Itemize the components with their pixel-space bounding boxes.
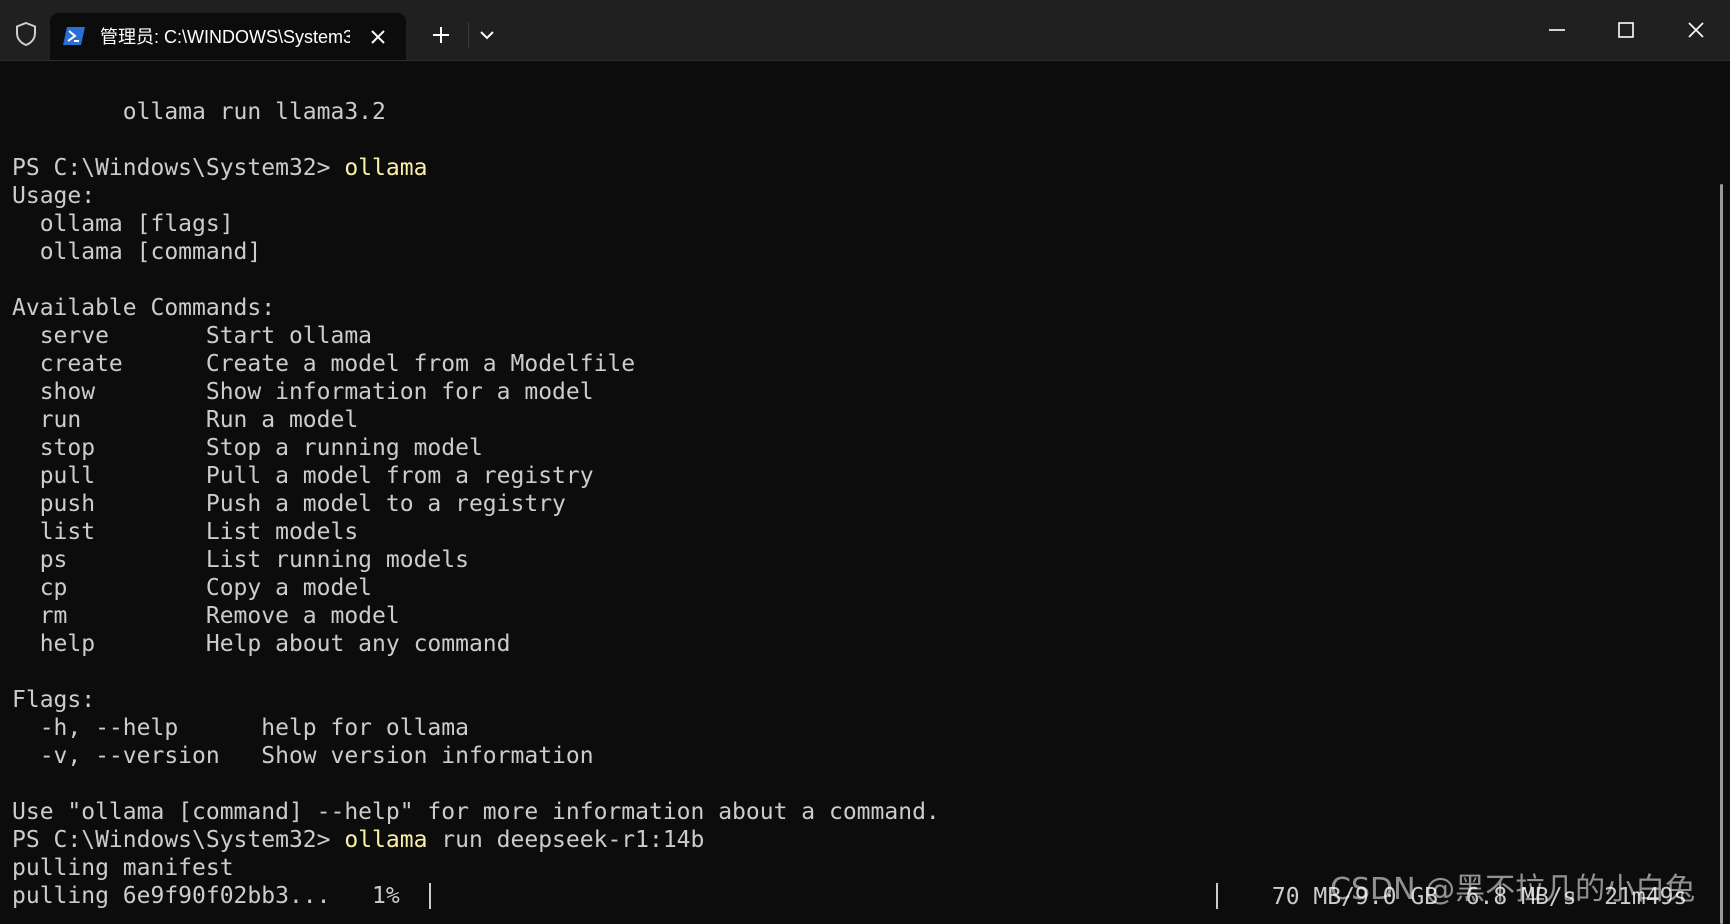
terminal-line: create Create a model from a Modelfile bbox=[12, 351, 636, 377]
terminal-line: ollama [command] bbox=[12, 239, 262, 265]
command-name: ollama bbox=[344, 827, 428, 853]
tab-powershell[interactable]: 管理员: C:\WINDOWS\System3 bbox=[50, 13, 406, 60]
terminal-line: push Push a model to a registry bbox=[12, 491, 566, 517]
plus-icon[interactable] bbox=[427, 21, 455, 49]
prompt: PS C:\Windows\System32> bbox=[12, 827, 345, 853]
terminal-line: pulling 6e9f90f02bb3... 1% bbox=[12, 883, 414, 909]
terminal-line: cp Copy a model bbox=[12, 575, 373, 601]
scrollbar[interactable] bbox=[1720, 184, 1723, 924]
progress-bar-right-edge bbox=[1216, 883, 1218, 909]
terminal-line: run Run a model bbox=[12, 407, 359, 433]
titlebar-divider bbox=[468, 22, 469, 48]
title-bar: 管理员: C:\WINDOWS\System3 bbox=[0, 0, 1730, 61]
watermark: CSDN @黑不拉几的小白兔 bbox=[1330, 872, 1696, 907]
tab-title: 管理员: C:\WINDOWS\System3 bbox=[100, 27, 350, 47]
terminal-window: 管理员: C:\WINDOWS\System3 ollama run llama… bbox=[0, 0, 1730, 924]
terminal-line: pull Pull a model from a registry bbox=[12, 463, 594, 489]
progress-bar-left-edge bbox=[429, 883, 431, 909]
maximize-icon[interactable] bbox=[1606, 14, 1646, 46]
command-name: ollama bbox=[344, 155, 428, 181]
terminal-line: Flags: bbox=[12, 687, 96, 713]
minimize-icon[interactable] bbox=[1537, 14, 1577, 46]
terminal-output[interactable]: ollama run llama3.2 PS C:\Windows\System3… bbox=[0, 98, 1710, 924]
terminal-line: help Help about any command bbox=[12, 631, 511, 657]
terminal-line: rm Remove a model bbox=[12, 603, 400, 629]
terminal-line: ollama [flags] bbox=[12, 211, 234, 237]
terminal-line: PS C:\Windows\System32> ollama bbox=[12, 154, 427, 182]
terminal-line: ps List running models bbox=[12, 547, 469, 573]
close-icon[interactable] bbox=[1676, 14, 1716, 46]
terminal-line: list List models bbox=[12, 519, 359, 545]
terminal-line: show Show information for a model bbox=[12, 379, 594, 405]
command-args: run deepseek-r1:14b bbox=[427, 827, 705, 853]
terminal-line: stop Stop a running model bbox=[12, 435, 483, 461]
chevron-down-icon[interactable] bbox=[475, 22, 499, 48]
terminal-line: PS C:\Windows\System32> ollama run deeps… bbox=[12, 826, 704, 854]
powershell-icon bbox=[63, 27, 85, 45]
terminal-line: pulling manifest bbox=[12, 855, 234, 881]
shield-icon bbox=[16, 21, 36, 47]
terminal-line: serve Start ollama bbox=[12, 323, 373, 349]
prompt: PS C:\Windows\System32> bbox=[12, 155, 345, 181]
terminal-line: ollama run llama3.2 bbox=[12, 99, 386, 125]
terminal-line: Use "ollama [command] --help" for more i… bbox=[12, 799, 940, 825]
terminal-line: Usage: bbox=[12, 183, 96, 209]
terminal-line: -h, --help help for ollama bbox=[12, 715, 469, 741]
terminal-line: Available Commands: bbox=[12, 295, 276, 321]
close-icon[interactable] bbox=[366, 25, 390, 49]
terminal-line: -v, --version Show version information bbox=[12, 743, 594, 769]
